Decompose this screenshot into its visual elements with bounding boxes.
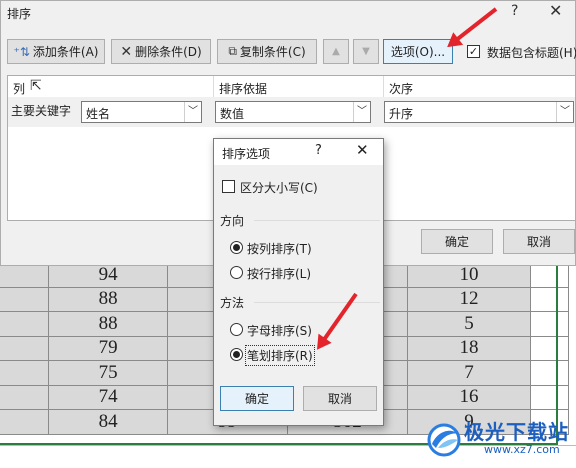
order-select[interactable]: 升序 ﹀ bbox=[384, 101, 574, 123]
stroke-sort-radio[interactable] bbox=[230, 348, 243, 361]
letter-sort-radio[interactable] bbox=[230, 323, 243, 336]
options-help-button[interactable]: ? bbox=[315, 143, 322, 158]
watermark-logo bbox=[427, 423, 461, 457]
sort-cancel-button[interactable]: 取消 bbox=[503, 229, 575, 254]
sheet-cell[interactable]: 84 bbox=[48, 409, 169, 435]
sheet-cell[interactable] bbox=[0, 384, 50, 410]
primary-key-label: 主要关键字 bbox=[11, 104, 72, 118]
sheet-cell[interactable]: 12 bbox=[407, 286, 531, 312]
sheet-cell[interactable] bbox=[529, 262, 570, 288]
sheet-cell[interactable] bbox=[0, 335, 50, 361]
sheet-cell[interactable]: 74 bbox=[48, 384, 169, 410]
letter-sort-label: 字母排序(S) bbox=[247, 324, 312, 338]
column-select-value: 姓名 bbox=[86, 107, 111, 121]
sort-on-header: 排序依据 bbox=[219, 82, 268, 96]
options-cancel-button[interactable]: 取消 bbox=[303, 386, 377, 411]
case-sensitive-label: 区分大小写(C) bbox=[240, 181, 318, 195]
add-level-label: 添加条件(A) bbox=[32, 45, 99, 59]
watermark: 极光下载站 www.xz7.com bbox=[424, 414, 576, 458]
delete-level-button[interactable]: ✕ 删除条件(D) bbox=[111, 39, 211, 64]
dialog-title: 排序 bbox=[7, 7, 32, 21]
screen: 941088128857918757741684995029 排序 ? ✕ ⁺⇅… bbox=[0, 0, 576, 468]
options-ok-button[interactable]: 确定 bbox=[220, 386, 294, 411]
sheet-cell[interactable]: 7 bbox=[407, 360, 531, 386]
sheet-cell[interactable] bbox=[0, 286, 50, 312]
sort-options-dialog: 排序选项 ? ✕ 区分大小写(C) 方向 按列排序(T) 按行排序(L) 方法 … bbox=[213, 138, 384, 426]
sheet-cell[interactable] bbox=[0, 262, 50, 288]
copy-level-label: 复制条件(C) bbox=[239, 45, 306, 59]
sort-left-to-right-radio[interactable] bbox=[230, 266, 243, 279]
options-title: 排序选项 bbox=[222, 147, 271, 161]
has-headers-checkbox[interactable]: ✓ bbox=[467, 45, 480, 58]
sheet-cell[interactable] bbox=[529, 286, 570, 312]
sheet-cell[interactable]: 94 bbox=[48, 262, 169, 288]
sheet-cell[interactable]: 18 bbox=[407, 335, 531, 361]
watermark-url: www.xz7.com bbox=[484, 443, 560, 456]
sort-on-select[interactable]: 数值 ﹀ bbox=[215, 101, 371, 123]
sheet-cell[interactable]: 75 bbox=[48, 360, 169, 386]
sheet-cell[interactable]: 10 bbox=[407, 262, 531, 288]
chevron-down-icon[interactable]: ﹀ bbox=[556, 102, 573, 122]
move-up-button[interactable]: ▲ bbox=[323, 39, 349, 64]
help-button[interactable]: ? bbox=[511, 3, 518, 19]
sort-top-to-bottom-label: 按列排序(T) bbox=[247, 242, 312, 256]
options-titlebar: 排序选项 ? ✕ bbox=[214, 139, 383, 165]
sheet-cell[interactable] bbox=[0, 409, 50, 435]
close-button[interactable]: ✕ bbox=[549, 1, 562, 20]
sort-ok-button[interactable]: 确定 bbox=[421, 229, 493, 254]
mouse-cursor-icon: ⇱ bbox=[30, 78, 42, 94]
sheet-cell[interactable]: 79 bbox=[48, 335, 169, 361]
column-select[interactable]: 姓名 ﹀ bbox=[81, 101, 202, 123]
has-headers-label: 数据包含标题(H) bbox=[487, 46, 576, 60]
sheet-cell[interactable] bbox=[529, 335, 570, 361]
sheet-cell[interactable]: 5 bbox=[407, 311, 531, 337]
add-sort-icon: ⁺⇅ bbox=[13, 44, 30, 59]
orientation-label: 方向 bbox=[220, 214, 245, 228]
sort-left-to-right-label: 按行排序(L) bbox=[247, 267, 312, 281]
method-label: 方法 bbox=[220, 296, 245, 310]
watermark-brand: 极光下载站 bbox=[464, 420, 569, 444]
column-header: 列 bbox=[13, 82, 26, 96]
sheet-cell[interactable] bbox=[529, 360, 570, 386]
chevron-down-icon[interactable]: ﹀ bbox=[353, 102, 370, 122]
sheet-cell[interactable]: 88 bbox=[48, 286, 169, 312]
sort-level-row[interactable]: 主要关键字 姓名 ﹀ 数值 ﹀ 升序 ﹀ bbox=[8, 97, 575, 127]
sheet-cell[interactable] bbox=[0, 360, 50, 386]
case-sensitive-checkbox[interactable] bbox=[222, 180, 235, 193]
sheet-cell[interactable]: 88 bbox=[48, 311, 169, 337]
chevron-down-icon[interactable]: ﹀ bbox=[184, 102, 201, 122]
sheet-cell[interactable] bbox=[0, 311, 50, 337]
copy-icon: ⧉ bbox=[228, 44, 237, 58]
delete-icon: ✕ bbox=[120, 43, 133, 60]
orientation-divider bbox=[254, 220, 380, 221]
add-level-button[interactable]: ⁺⇅ 添加条件(A) bbox=[7, 39, 105, 64]
sheet-cell[interactable] bbox=[529, 384, 570, 410]
sort-on-select-value: 数值 bbox=[220, 107, 245, 121]
options-button[interactable]: 选项(O)... bbox=[383, 39, 453, 64]
copy-level-button[interactable]: ⧉ 复制条件(C) bbox=[217, 39, 317, 64]
sheet-cell[interactable] bbox=[529, 311, 570, 337]
move-down-button[interactable]: ▼ bbox=[353, 39, 379, 64]
order-select-value: 升序 bbox=[389, 107, 414, 121]
order-header: 次序 bbox=[389, 82, 414, 96]
sheet-cell[interactable]: 16 bbox=[407, 384, 531, 410]
sort-top-to-bottom-radio[interactable] bbox=[230, 241, 243, 254]
method-divider bbox=[254, 302, 380, 303]
delete-level-label: 删除条件(D) bbox=[135, 45, 202, 59]
options-close-button[interactable]: ✕ bbox=[356, 141, 369, 159]
stroke-sort-label: 笔划排序(R) bbox=[245, 345, 315, 366]
